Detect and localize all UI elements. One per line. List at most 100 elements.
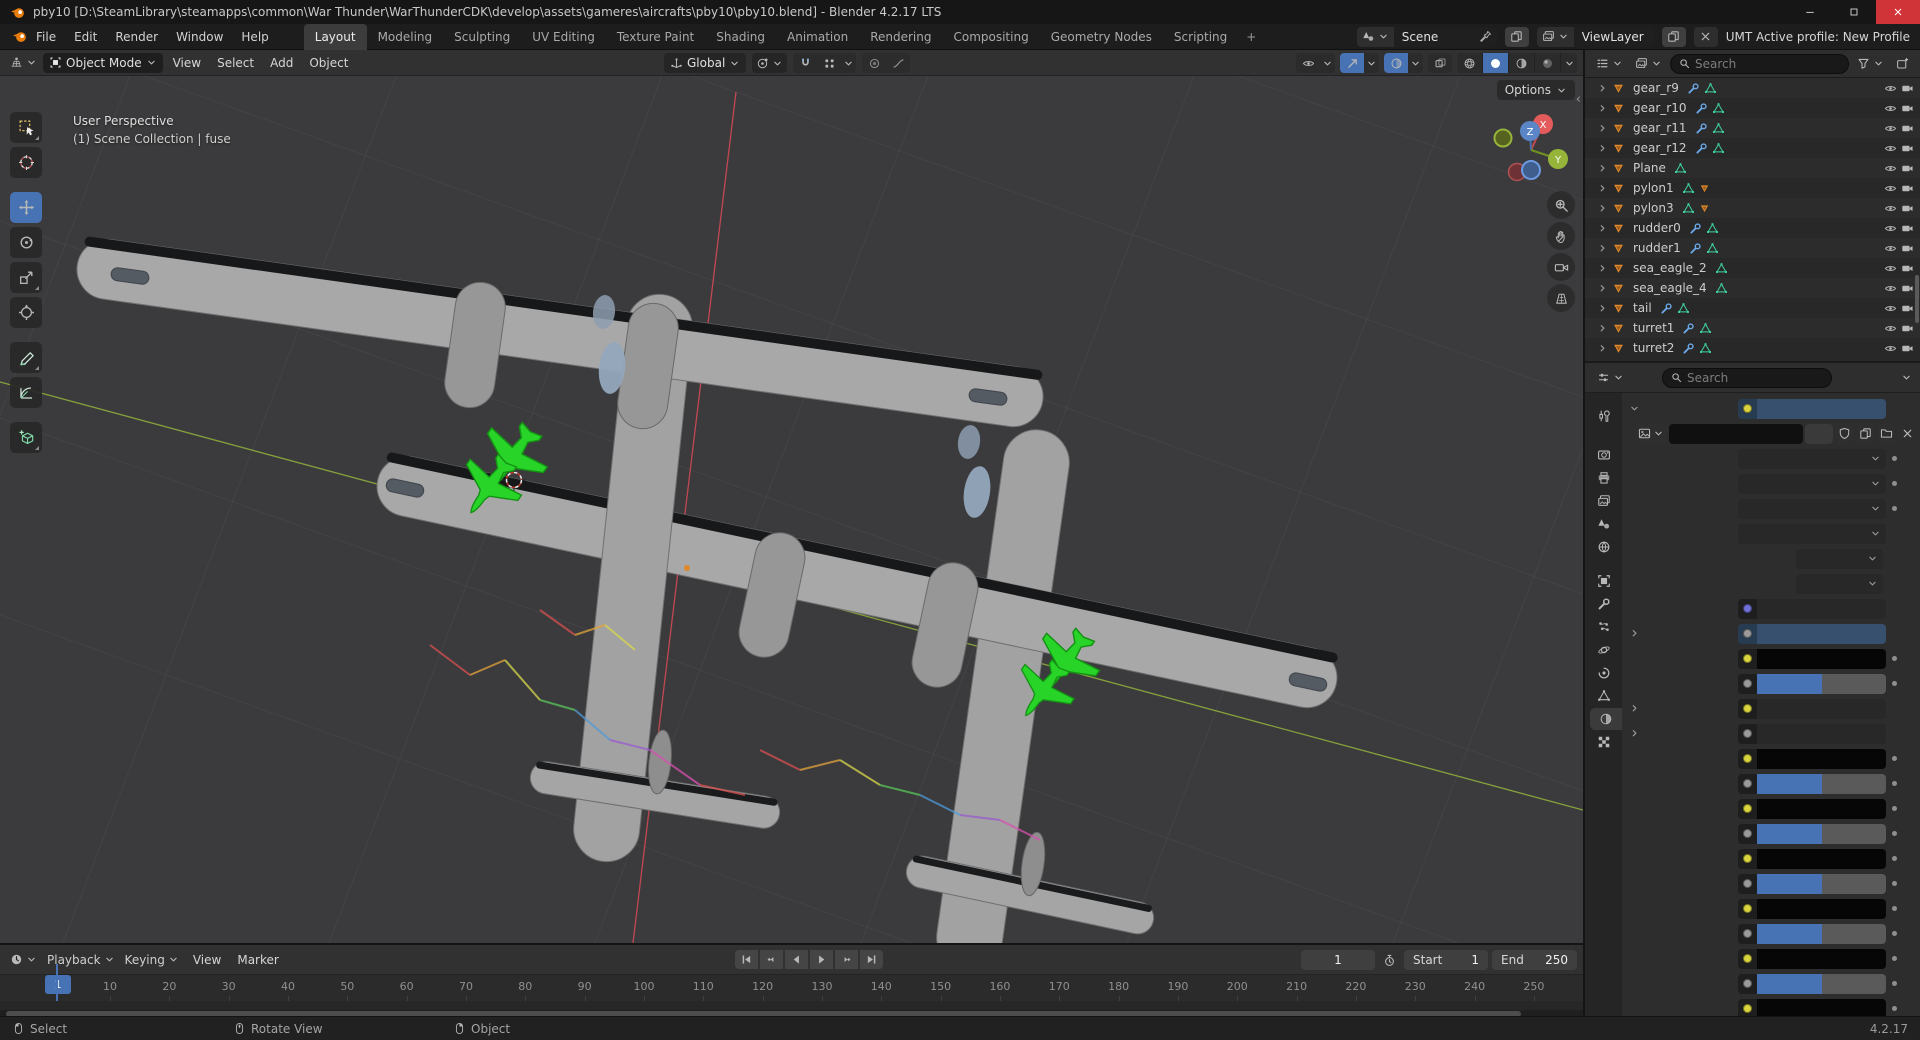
viewport-3d[interactable]: Object Mode ViewSelectAddObject Global: [0, 50, 1583, 943]
texture-name-field[interactable]: [1738, 724, 1886, 744]
visibility-dropdown[interactable]: [1296, 53, 1335, 73]
texture-color-field[interactable]: [1738, 999, 1886, 1017]
outliner-row-sea-eagle-2[interactable]: sea_eagle_2: [1585, 258, 1920, 278]
properties-tab-scene[interactable]: [1589, 513, 1619, 535]
properties-tab-particles[interactable]: [1589, 616, 1619, 638]
menu-help[interactable]: Help: [232, 24, 277, 50]
decorator-dot[interactable]: [1892, 956, 1897, 961]
dropdown-flat[interactable]: [1738, 474, 1886, 494]
unlink-image-button[interactable]: [1898, 424, 1917, 444]
texture-alpha-slider[interactable]: [1738, 924, 1886, 944]
workspace-tab-animation[interactable]: Animation: [776, 24, 859, 50]
outliner-row-gear-r11[interactable]: gear_r11: [1585, 118, 1920, 138]
decorator-dot[interactable]: [1892, 881, 1897, 886]
options-dropdown[interactable]: Options: [1497, 80, 1575, 100]
pan-button[interactable]: [1547, 222, 1575, 250]
expand-chevron-icon[interactable]: [1597, 203, 1608, 214]
outliner-item-label[interactable]: gear_r10: [1633, 101, 1687, 115]
outliner-item-label[interactable]: pylon1: [1633, 181, 1674, 195]
outliner-search-input[interactable]: Search: [1670, 54, 1849, 74]
outliner-item-label[interactable]: gear_r12: [1633, 141, 1687, 155]
view-layer-name[interactable]: ViewLayer: [1574, 27, 1654, 47]
tool-transform[interactable]: [10, 297, 42, 328]
decorator-dot[interactable]: [1892, 481, 1897, 486]
workspace-tab-geometry-nodes[interactable]: Geometry Nodes: [1040, 24, 1163, 50]
texture-alpha-slider[interactable]: [1738, 774, 1886, 794]
hide-eye-icon[interactable]: [1884, 202, 1897, 215]
tool-move[interactable]: [10, 192, 42, 223]
remove-view-layer-button[interactable]: [1694, 27, 1718, 47]
outliner-item-label[interactable]: rudder0: [1633, 221, 1681, 235]
timeline-tracks[interactable]: [0, 1001, 1583, 1010]
current-frame-field[interactable]: 1: [1301, 950, 1375, 970]
playhead[interactable]: 1: [45, 975, 71, 994]
orientation-dropdown[interactable]: Global: [664, 53, 746, 73]
decorator-dot[interactable]: [1892, 506, 1897, 511]
tool-measure[interactable]: [10, 377, 42, 408]
properties-tab-world[interactable]: [1589, 536, 1619, 558]
texture-name-field[interactable]: [1738, 699, 1886, 719]
decorator-dot[interactable]: [1892, 856, 1897, 861]
view-layer-selector[interactable]: ViewLayer: [1537, 27, 1654, 47]
properties-tab-render[interactable]: [1589, 444, 1619, 466]
editor-type-button[interactable]: [6, 53, 41, 73]
outliner-item-label[interactable]: tail: [1633, 301, 1652, 315]
render-visibility-icon[interactable]: [1901, 282, 1914, 295]
expand-chevron-icon[interactable]: [1597, 223, 1608, 234]
image-browse-button[interactable]: [1635, 424, 1667, 444]
hide-eye-icon[interactable]: [1884, 102, 1897, 115]
pivot-dropdown[interactable]: [752, 53, 787, 73]
viewport-menu-view[interactable]: View: [165, 56, 209, 70]
outliner-item-label[interactable]: rudder1: [1633, 241, 1681, 255]
dropdown-color-space[interactable]: [1796, 549, 1883, 569]
mode-dropdown[interactable]: Object Mode: [43, 53, 163, 73]
render-visibility-icon[interactable]: [1901, 122, 1914, 135]
add-workspace-button[interactable]: +: [1238, 24, 1264, 50]
decorator-dot[interactable]: [1892, 806, 1897, 811]
decorator-dot[interactable]: [1892, 981, 1897, 986]
workspace-tab-compositing[interactable]: Compositing: [942, 24, 1039, 50]
texture-alpha-slider[interactable]: [1738, 674, 1886, 694]
decorator-dot[interactable]: [1892, 831, 1897, 836]
viewport-menu-object[interactable]: Object: [301, 56, 356, 70]
camera-view-button[interactable]: [1547, 253, 1575, 281]
workspace-tab-layout[interactable]: Layout: [304, 24, 367, 50]
jump-end-button[interactable]: [860, 950, 883, 969]
outliner-row-plane[interactable]: Plane: [1585, 158, 1920, 178]
expand-chevron-icon[interactable]: [1597, 263, 1608, 274]
dropdown-repeat[interactable]: [1738, 499, 1886, 519]
outliner-item-label[interactable]: sea_eagle_4: [1633, 281, 1707, 295]
texture-color-field[interactable]: [1738, 899, 1886, 919]
minimize-button[interactable]: [1788, 0, 1832, 24]
menu-file[interactable]: File: [27, 24, 65, 50]
properties-tab-material[interactable]: [1590, 708, 1622, 730]
render-visibility-icon[interactable]: [1901, 342, 1914, 355]
shading-material-button[interactable]: [1509, 53, 1534, 73]
outliner-row-tail[interactable]: tail: [1585, 298, 1920, 318]
shading-dropdown[interactable]: [1561, 53, 1577, 73]
properties-tab-data[interactable]: [1589, 685, 1619, 707]
maximize-button[interactable]: [1832, 0, 1876, 24]
expand-chevron-icon[interactable]: [1626, 628, 1643, 639]
expand-chevron-icon[interactable]: [1597, 163, 1608, 174]
outliner-row-rudder0[interactable]: rudder0: [1585, 218, 1920, 238]
outliner-item-label[interactable]: Plane: [1633, 161, 1666, 175]
outliner-row-gear-r12[interactable]: gear_r12: [1585, 138, 1920, 158]
properties-tab-tool[interactable]: [1589, 405, 1619, 427]
overlays-toggle[interactable]: [1384, 53, 1423, 73]
properties-tab-view-layer[interactable]: [1589, 490, 1619, 512]
hide-eye-icon[interactable]: [1884, 82, 1897, 95]
duplicate-image-button[interactable]: [1856, 424, 1875, 444]
keying-dropdown[interactable]: Keying: [121, 950, 183, 970]
hide-eye-icon[interactable]: [1884, 122, 1897, 135]
tool-cursor[interactable]: [10, 147, 42, 178]
texture-alpha-slider[interactable]: [1738, 824, 1886, 844]
outliner-row-gear-r10[interactable]: gear_r10: [1585, 98, 1920, 118]
decorator-dot[interactable]: [1892, 756, 1897, 761]
xray-toggle[interactable]: [1428, 53, 1452, 73]
viewport-canvas[interactable]: [0, 50, 1583, 943]
scene-selector[interactable]: Scene: [1357, 27, 1497, 47]
hide-eye-icon[interactable]: [1884, 162, 1897, 175]
dropdown-single-image[interactable]: [1738, 524, 1886, 544]
vector-field[interactable]: [1738, 599, 1886, 619]
